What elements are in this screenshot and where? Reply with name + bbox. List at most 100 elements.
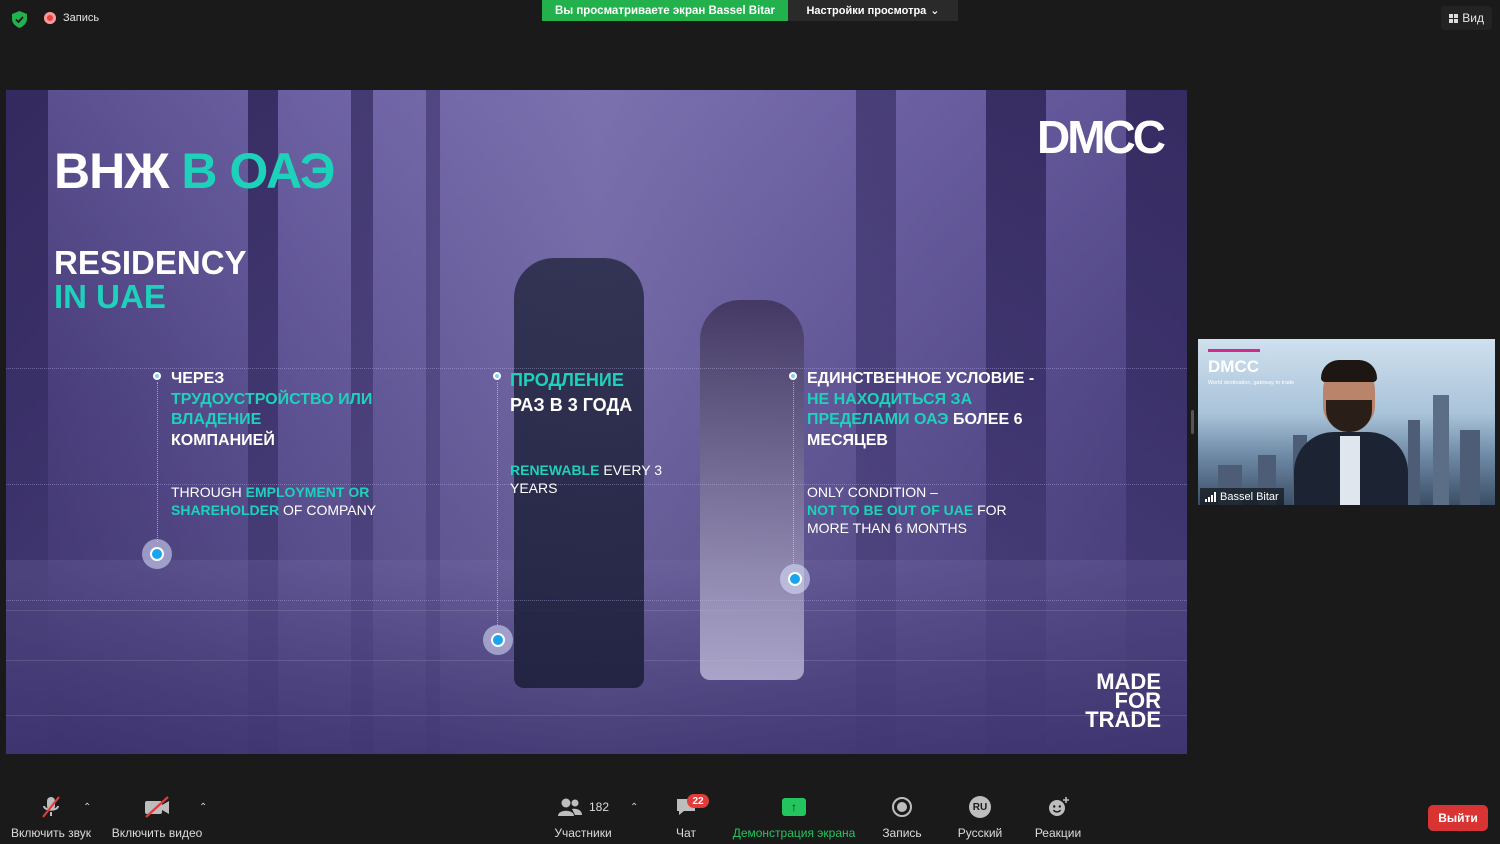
col3-en-line1: ONLY CONDITION –	[807, 484, 938, 500]
language-icon-wrap: RU	[969, 788, 991, 826]
shared-screen-slide: ВНЖ В ОАЭ RESIDENCY IN UAE DMCC MADE FOR…	[6, 90, 1187, 754]
share-screen-arrow-icon: ↑	[782, 798, 806, 816]
video-icon-wrap	[143, 788, 171, 826]
video-bg-accent-bar	[1208, 349, 1260, 352]
start-video-label: Включить видео	[111, 826, 203, 840]
chat-button[interactable]: 22 Чат	[672, 788, 709, 840]
smiley-plus-icon	[1049, 797, 1069, 816]
participants-options-chevron-icon[interactable]: ⌃	[630, 802, 638, 813]
col2-en: RENEWABLE EVERY 3 YEARS	[510, 461, 685, 497]
grid-view-icon	[1449, 13, 1459, 23]
chat-label: Чат	[676, 826, 696, 840]
record-icon	[892, 797, 912, 817]
security-shield-icon[interactable]	[12, 11, 27, 28]
title-en-line2: IN UAE	[54, 278, 166, 315]
title-ru-part1: ВНЖ	[54, 143, 169, 199]
speaker-shirt	[1340, 436, 1360, 505]
col2-en-part1: RENEWABLE	[510, 462, 600, 478]
slide-column-3: ЕДИНСТВЕННОЕ УСЛОВИЕ - НЕ НАХОДИТЬСЯ ЗА …	[807, 369, 1052, 537]
share-screen-button[interactable]: ↑ Демонстрация экрана	[732, 788, 856, 840]
timeline-pin-icon	[493, 372, 501, 380]
timeline-line	[497, 382, 498, 625]
col3-ru-part2: НЕ НАХОДИТЬСЯ ЗА ПРЕДЕЛАМИ ОАЭ	[807, 390, 973, 429]
col3-ru-part1: ЕДИНСТВЕННОЕ УСЛОВИЕ -	[807, 370, 1035, 387]
reactions-button[interactable]: Реакции	[1033, 788, 1083, 840]
mic-icon-wrap	[39, 788, 63, 826]
share-screen-label: Демонстрация экрана	[732, 826, 856, 840]
start-video-button[interactable]: Включить видео	[111, 788, 203, 840]
leave-meeting-button[interactable]: Выйти	[1428, 805, 1488, 831]
col2-ru-line1: ПРОДЛЕНИЕ	[510, 370, 624, 390]
slide-title-en: RESIDENCY IN UAE	[54, 246, 247, 314]
mft-line: TRADE	[1085, 707, 1161, 732]
language-button[interactable]: RU Русский	[955, 788, 1005, 840]
skyline-building	[1460, 430, 1480, 505]
timeline-node-icon	[483, 625, 513, 655]
unmute-button[interactable]: Включить звук	[10, 788, 92, 840]
video-options-chevron-icon[interactable]: ⌃	[199, 802, 207, 813]
video-bg-tagline: World destination, gateway to trade	[1208, 380, 1295, 386]
timeline-pin-icon	[153, 372, 161, 380]
timeline-line	[793, 382, 794, 565]
col2-ru-line2: РАЗ В 3 ГОДА	[510, 395, 633, 415]
camera-off-icon	[145, 796, 169, 818]
participants-icon-wrap: 182	[557, 788, 609, 826]
top-bar: Запись Вы просматриваете экран Bassel Bi…	[0, 0, 1500, 40]
view-button[interactable]: Вид	[1441, 6, 1492, 30]
screen-share-banner: Вы просматриваете экран Bassel Bitar	[542, 0, 788, 21]
participants-count: 182	[588, 800, 610, 814]
col1-ru-line2: ТРУДОУСТРОЙСТВО ИЛИ ВЛАДЕНИЕ	[171, 390, 373, 429]
participants-label: Участники	[554, 826, 612, 840]
record-icon-wrap	[892, 788, 912, 826]
unmute-label: Включить звук	[10, 826, 92, 840]
reactions-icon-wrap	[1046, 788, 1070, 826]
col1-en-part3: OF COMPANY	[283, 502, 377, 518]
chat-unread-badge: 22	[687, 794, 709, 808]
slide-column-2: ПРОДЛЕНИЕ РАЗ В 3 ГОДА RENEWABLE EVERY 3…	[510, 368, 710, 497]
col3-ru: ЕДИНСТВЕННОЕ УСЛОВИЕ - НЕ НАХОДИТЬСЯ ЗА …	[807, 369, 1052, 451]
slide-person-woman	[700, 300, 804, 680]
timeline-pin-icon	[789, 372, 797, 380]
meeting-toolbar: Включить звук ⌃ Включить видео ⌃ 182 Уча…	[0, 788, 1500, 844]
dmcc-logo: DMCC	[1037, 111, 1166, 163]
participant-name: Bassel Bitar	[1220, 490, 1279, 503]
col1-ru-line3: КОМПАНИЕЙ	[171, 431, 275, 449]
view-settings-button[interactable]: Настройки просмотра ⌄	[788, 0, 958, 21]
record-button[interactable]: Запись	[880, 788, 924, 840]
recording-indicator[interactable]: Запись	[44, 12, 99, 24]
title-ru-part2: В ОАЭ	[181, 143, 335, 199]
slide-title-ru: ВНЖ В ОАЭ	[54, 142, 335, 200]
signal-strength-icon	[1205, 491, 1216, 502]
share-icon-wrap: ↑	[782, 788, 806, 826]
slide-grid-line	[6, 600, 1187, 601]
title-en-line1: RESIDENCY	[54, 244, 247, 281]
skyline-building	[1408, 420, 1420, 505]
participant-name-label: Bassel Bitar	[1200, 488, 1284, 505]
timeline-node-icon	[780, 564, 810, 594]
view-settings-label: Настройки просмотра	[806, 4, 927, 17]
chevron-down-icon: ⌄	[930, 5, 940, 17]
speaker-hair	[1321, 360, 1377, 382]
recording-label: Запись	[63, 12, 100, 24]
panel-resize-handle[interactable]	[1191, 410, 1194, 434]
language-globe-icon: RU	[969, 796, 991, 818]
col1-en: THROUGH EMPLOYMENT OR SHAREHOLDER OF COM…	[171, 483, 391, 519]
language-label: Русский	[957, 826, 1003, 840]
reactions-label: Реакции	[1034, 826, 1082, 840]
col3-en-part2: NOT TO BE OUT OF UAE	[807, 502, 974, 518]
recording-dot-icon	[44, 12, 56, 24]
timeline-line	[157, 382, 158, 542]
view-button-label: Вид	[1462, 11, 1484, 25]
timeline-node-icon	[142, 539, 172, 569]
chat-icon-wrap: 22	[675, 788, 709, 826]
audio-options-chevron-icon[interactable]: ⌃	[83, 802, 91, 813]
microphone-muted-icon	[42, 796, 60, 818]
floor-line	[6, 715, 1187, 716]
participants-button[interactable]: 182 Участники	[552, 788, 614, 840]
col3-en: ONLY CONDITION – NOT TO BE OUT OF UAE FO…	[807, 483, 1032, 537]
col1-en-part1: THROUGH	[171, 484, 242, 500]
record-label: Запись	[882, 826, 922, 840]
col1-ru-line1: ЧЕРЕЗ	[171, 370, 225, 387]
video-bg-logo: DMCC	[1208, 357, 1259, 376]
slide-column-1: ЧЕРЕЗ ТРУДОУСТРОЙСТВО ИЛИ ВЛАДЕНИЕ КОМПА…	[171, 369, 411, 519]
